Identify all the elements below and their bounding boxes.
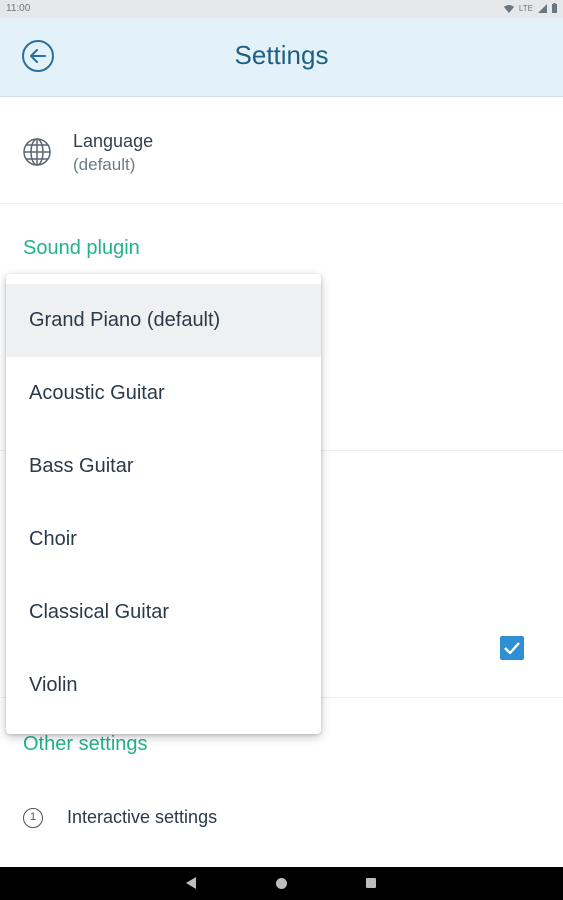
status-bar: 11:00 LTE xyxy=(0,0,563,18)
dropdown-option-choir[interactable]: Choir xyxy=(6,503,321,576)
nav-home-icon[interactable] xyxy=(276,878,287,889)
language-label: Language xyxy=(73,131,154,151)
number-one-icon: 1 xyxy=(23,808,43,828)
nav-recents-icon[interactable] xyxy=(366,878,376,888)
sound-plugin-dropdown-menu: Grand Piano (default) Acoustic Guitar Ba… xyxy=(6,274,321,734)
status-icons: LTE xyxy=(503,3,557,13)
dropdown-option-classical-guitar[interactable]: Classical Guitar xyxy=(6,576,321,649)
globe-icon xyxy=(23,138,51,166)
language-value: (default) xyxy=(73,155,136,174)
section-header-other-settings: Other settings xyxy=(23,733,148,755)
dropdown-option-acoustic-guitar[interactable]: Acoustic Guitar xyxy=(6,357,321,430)
interactive-settings-label: Interactive settings xyxy=(67,807,218,827)
status-time: 11:00 xyxy=(6,3,31,14)
dropdown-option-violin[interactable]: Violin xyxy=(6,649,321,722)
wifi-icon xyxy=(503,4,514,13)
language-setting-row[interactable]: Language (default) xyxy=(0,97,563,204)
setting-checkbox[interactable] xyxy=(500,636,524,660)
section-header-sound-plugin: Sound plugin xyxy=(23,237,140,259)
nav-back-icon[interactable] xyxy=(186,877,196,889)
network-label: LTE xyxy=(518,3,533,13)
dropdown-option-bass-guitar[interactable]: Bass Guitar xyxy=(6,430,321,503)
battery-icon xyxy=(552,3,557,13)
app-bar: Settings xyxy=(0,18,563,97)
signal-icon xyxy=(538,3,547,13)
dropdown-option-grand-piano[interactable]: Grand Piano (default) xyxy=(6,284,321,357)
checkmark-icon xyxy=(504,642,520,654)
navigation-bar xyxy=(0,867,563,900)
interactive-settings-row[interactable]: 1 Interactive settings xyxy=(0,796,563,840)
page-title: Settings xyxy=(234,40,329,70)
